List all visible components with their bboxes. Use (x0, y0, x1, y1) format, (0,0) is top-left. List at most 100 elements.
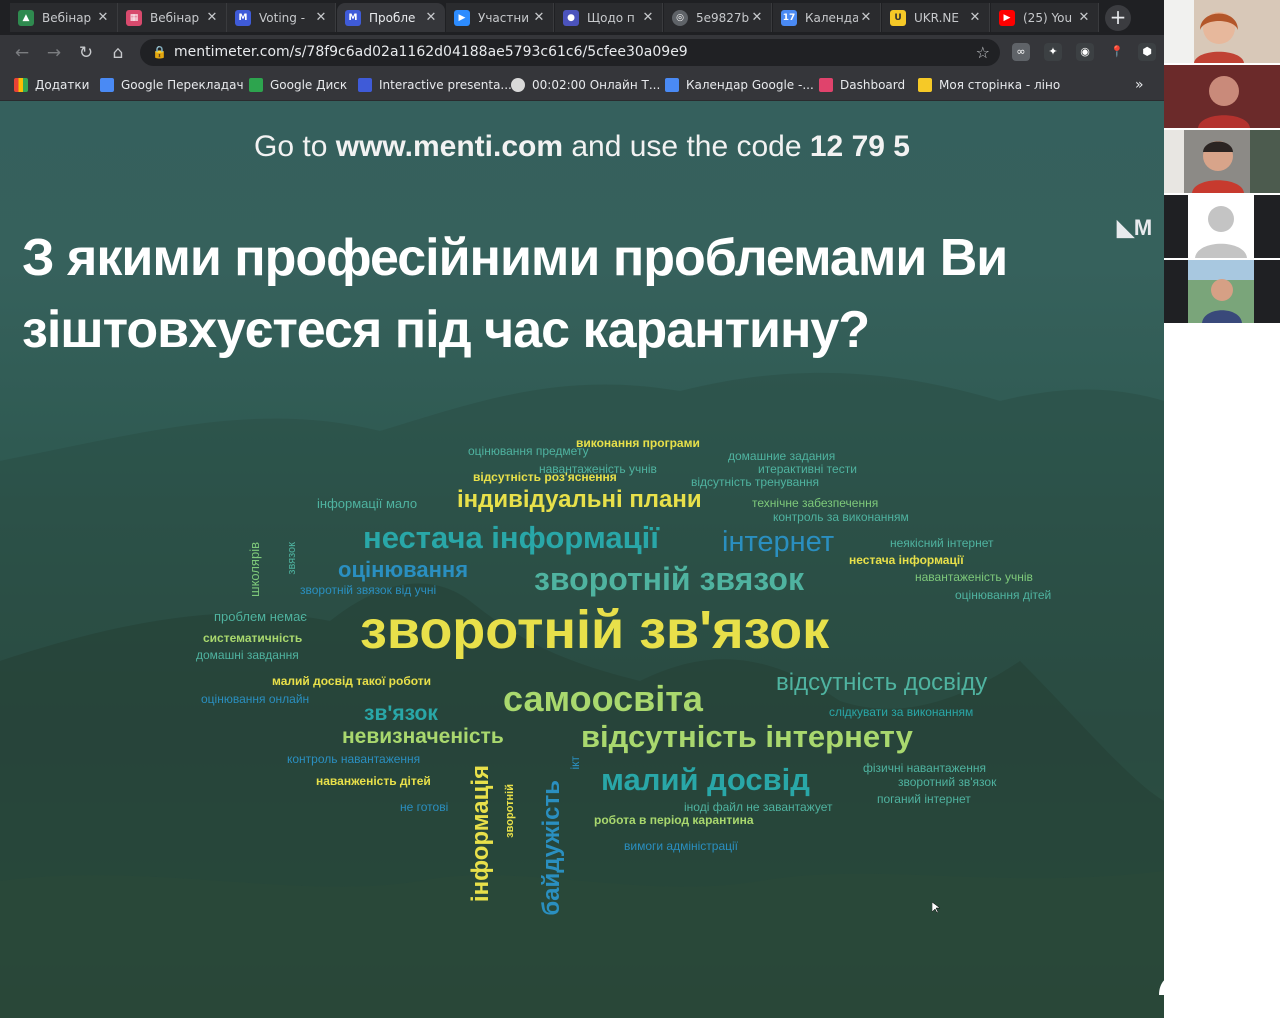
cloud-word: ікт (568, 756, 582, 770)
cloud-word: нестача інформації (363, 520, 659, 555)
tab-8[interactable]: U UKR.NE ✕ (882, 3, 990, 32)
cloud-word: наванженість дітей (316, 774, 431, 788)
cloud-word: нестача інформації (849, 553, 964, 567)
avatar (1164, 195, 1280, 258)
bottom-strip (0, 1018, 1164, 1030)
extension-shield-icon[interactable]: ⬢ (1138, 43, 1156, 61)
address-bar[interactable]: 🔒 mentimeter.com/s/78f9c6ad02a1162d04188… (140, 39, 1000, 66)
tab-label: Календа (805, 10, 858, 25)
bookmarks-overflow-button[interactable]: » (1135, 76, 1144, 94)
close-icon[interactable]: ✕ (1076, 10, 1092, 25)
close-icon[interactable]: ✕ (967, 10, 983, 25)
star-icon[interactable]: ☆ (976, 39, 990, 66)
bookmark-label: 00:02:00 Онлайн Т... (532, 78, 661, 92)
extension-pin-icon[interactable]: 📍 (1108, 43, 1126, 61)
apps-grid-icon (14, 78, 28, 92)
translate-icon (100, 78, 114, 92)
cloud-word: відсутність роз'яснення (473, 470, 617, 484)
mentimeter-icon: M (235, 9, 251, 26)
zoom-icon: ▶ (454, 9, 470, 26)
bookmark-drive[interactable]: Google Диск (249, 76, 347, 94)
participant-video (1164, 130, 1280, 193)
close-icon[interactable]: ✕ (423, 10, 439, 25)
code-prefix: Go to (254, 130, 336, 163)
new-tab-button[interactable]: + (1105, 5, 1131, 31)
bookmark-mentimeter[interactable]: Interactive presenta... (358, 76, 512, 94)
tab-1[interactable]: ▦ Вебінар ✕ (118, 3, 227, 32)
bookmark-dashboard[interactable]: Dashboard (819, 76, 905, 94)
mouse-cursor-icon (932, 902, 940, 914)
tab-4[interactable]: ▶ Участни ✕ (446, 3, 554, 32)
tab-6[interactable]: ◎ 5e9827b ✕ (664, 3, 772, 32)
bookmark-translate[interactable]: Google Перекладач (100, 76, 244, 94)
browser-toolbar: ← → ↻ ⌂ 🔒 mentimeter.com/s/78f9c6ad02a11… (0, 35, 1164, 70)
cloud-word: відсутність інтернету (581, 719, 913, 754)
extension-location-icon[interactable]: ◉ (1076, 43, 1094, 61)
google-drive-icon (249, 78, 263, 92)
cloud-word: оцінювання предмету (468, 444, 589, 458)
tab-2[interactable]: M Voting - ✕ (227, 3, 336, 32)
cloud-word: домашние задания (728, 449, 836, 463)
mentimeter-logo-text: M (1133, 215, 1153, 240)
tab-7[interactable]: 17 Календа ✕ (773, 3, 881, 32)
close-icon[interactable]: ✕ (640, 10, 656, 25)
cloud-word: індивідуальні плани (457, 486, 702, 513)
home-button[interactable]: ⌂ (104, 39, 132, 67)
cloud-word: оцінювання дітей (955, 588, 1052, 602)
tab-5[interactable]: ● Щодо п ✕ (555, 3, 663, 32)
close-icon[interactable]: ✕ (313, 10, 329, 25)
cloud-word: контроль за виконанням (773, 510, 909, 524)
participant-video (1164, 65, 1280, 128)
reload-button[interactable]: ↻ (72, 39, 100, 67)
padlet-icon: ▦ (126, 9, 142, 26)
cloud-word: іноді файл не завантажует (684, 800, 833, 814)
extension-oo-icon[interactable]: ∞ (1012, 43, 1030, 61)
tab-label: (25) You (1023, 10, 1073, 25)
cloud-word: технічне забезпечення (752, 496, 879, 510)
video-participants-panel (1164, 0, 1282, 1030)
bookmark-lino[interactable]: Моя сторінка - ліно (918, 76, 1060, 94)
bookmark-calendar[interactable]: Календар Google -... (665, 76, 814, 94)
cloud-word: інформації мало (317, 496, 418, 511)
tab-9[interactable]: ▶ (25) You ✕ (991, 3, 1099, 32)
close-icon[interactable]: ✕ (858, 10, 874, 25)
home-icon: ⌂ (112, 43, 124, 63)
bookmark-label: Dashboard (840, 78, 906, 92)
cloud-word: неякісний інтернет (890, 536, 994, 550)
video-tile-1[interactable] (1164, 0, 1280, 63)
close-icon[interactable]: ✕ (95, 10, 111, 25)
mentimeter-icon (358, 78, 372, 92)
close-icon[interactable]: ✕ (204, 10, 220, 25)
cloud-word: не готові (400, 800, 449, 814)
presentation-slide: Go to www.menti.com and use the code 12 … (0, 101, 1164, 1018)
calendar-icon: 17 (781, 9, 797, 26)
cloud-word: зворотній звязок (534, 561, 804, 597)
cloud-word: зворотній звязок від учні (300, 583, 437, 597)
bookmark-timer[interactable]: 00:02:00 Онлайн Т... (511, 76, 660, 94)
tab-0[interactable]: ▲ Вебінар ✕ (10, 3, 118, 32)
video-tile-2[interactable] (1164, 65, 1280, 128)
youtube-icon: ▶ (999, 9, 1015, 26)
close-icon[interactable]: ✕ (531, 10, 547, 25)
extension-puzzle-icon[interactable]: ✦ (1044, 43, 1062, 61)
forward-button[interactable]: → (40, 39, 68, 67)
cloud-word: оцінювання (338, 557, 469, 582)
reload-icon: ↻ (78, 43, 94, 63)
video-tile-4[interactable] (1164, 195, 1280, 258)
video-tile-3[interactable] (1164, 130, 1280, 193)
tab-3-active[interactable]: M Пробле ✕ (337, 3, 445, 32)
cloud-word: інформація (467, 765, 494, 903)
bookmark-label: Google Перекладач (121, 78, 244, 92)
calendar-icon (665, 78, 679, 92)
timer-icon (511, 78, 525, 92)
video-tile-5[interactable] (1164, 260, 1280, 323)
bookmark-apps[interactable]: Додатки (14, 76, 89, 94)
code-value: 12 79 5 (809, 130, 910, 163)
cloud-word: вимоги адміністрації (624, 839, 739, 853)
tab-label: 5e9827b (696, 10, 749, 25)
cloud-word: оцінювання онлайн (201, 692, 310, 706)
cloud-word: поганий інтернет (877, 792, 971, 806)
back-button[interactable]: ← (8, 39, 36, 67)
bookmark-label: Календар Google -... (686, 78, 814, 92)
close-icon[interactable]: ✕ (749, 10, 765, 25)
